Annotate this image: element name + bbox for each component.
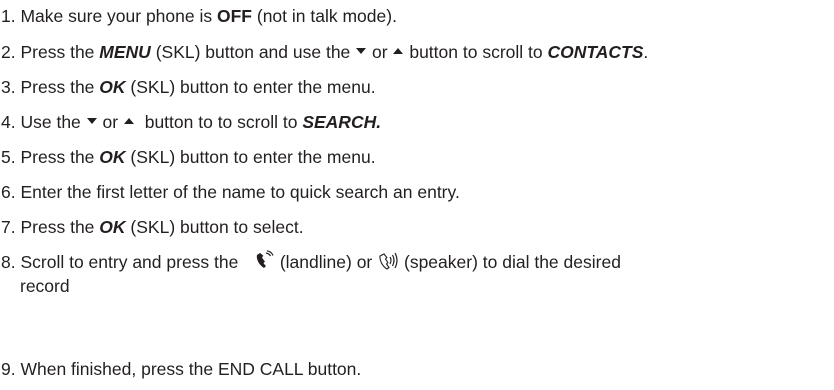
step-2: 2. Press the MENU (SKL) button and use t… bbox=[1, 40, 831, 64]
step-number: 1. bbox=[1, 6, 16, 26]
step-3: 3. Press the OK (SKL) button to enter th… bbox=[1, 75, 831, 99]
step-text: Make sure your phone is bbox=[20, 6, 213, 26]
step-7: 7. Press the OK (SKL) button to select. bbox=[1, 215, 831, 239]
up-arrow-icon bbox=[123, 117, 135, 125]
step-text: (SKL) button and use the bbox=[155, 42, 351, 62]
step-keyword: OFF bbox=[217, 6, 252, 26]
step-number: 7. bbox=[1, 217, 16, 237]
step-text: (landline) or bbox=[279, 252, 373, 272]
step-text: Press the bbox=[20, 147, 95, 167]
step-6: 6. Enter the first letter of the name to… bbox=[1, 180, 831, 204]
step-text: When finished, press the END CALL button… bbox=[20, 359, 362, 379]
step-number: 3. bbox=[1, 77, 16, 97]
up-arrow-icon bbox=[392, 47, 404, 55]
step-keyword: MENU bbox=[99, 42, 151, 62]
landline-handset-icon bbox=[253, 250, 275, 272]
step-text: Press the bbox=[20, 217, 95, 237]
step-text: button to scroll to bbox=[409, 42, 543, 62]
step-text: (SKL) button to select. bbox=[130, 217, 304, 237]
step-text: (SKL) button to enter the menu. bbox=[130, 147, 376, 167]
step-number: 5. bbox=[1, 147, 16, 167]
step-8-continuation: record bbox=[1, 274, 70, 298]
step-text: record bbox=[20, 276, 70, 296]
step-text: (not in talk mode). bbox=[256, 6, 397, 26]
step-text: button to to scroll to bbox=[144, 112, 298, 132]
speakerphone-icon bbox=[377, 250, 399, 272]
down-arrow-icon bbox=[86, 117, 98, 125]
step-1: 1. Make sure your phone is OFF (not in t… bbox=[1, 4, 831, 28]
down-arrow-icon bbox=[355, 47, 367, 55]
step-text: . bbox=[643, 42, 649, 62]
step-4: 4. Use the or button to to scroll to SEA… bbox=[1, 110, 831, 134]
step-8: 8. Scroll to entry and press the (landli… bbox=[1, 250, 831, 274]
step-text: Enter the first letter of the name to qu… bbox=[20, 182, 460, 202]
step-keyword: OK bbox=[99, 147, 126, 167]
step-keyword: CONTACTS bbox=[547, 42, 644, 62]
step-text: (speaker) to dial the desired bbox=[404, 252, 621, 272]
step-text: Press the bbox=[20, 77, 95, 97]
step-9: 9. When finished, press the END CALL but… bbox=[1, 357, 831, 381]
step-text: or bbox=[372, 42, 388, 62]
step-number: 9. bbox=[1, 359, 16, 379]
step-number: 8. bbox=[1, 252, 16, 272]
step-keyword: OK bbox=[99, 217, 126, 237]
step-5: 5. Press the OK (SKL) button to enter th… bbox=[1, 145, 831, 169]
step-text: Scroll to entry and press the bbox=[20, 252, 239, 272]
step-text: or bbox=[102, 112, 119, 132]
step-number: 4. bbox=[1, 112, 16, 132]
step-keyword: OK bbox=[99, 77, 126, 97]
step-keyword: SEARCH. bbox=[302, 112, 382, 132]
step-number: 6. bbox=[1, 182, 16, 202]
step-text: Press the bbox=[20, 42, 95, 62]
step-text: Use the bbox=[20, 112, 81, 132]
step-text: (SKL) button to enter the menu. bbox=[130, 77, 376, 97]
step-number: 2. bbox=[1, 42, 16, 62]
